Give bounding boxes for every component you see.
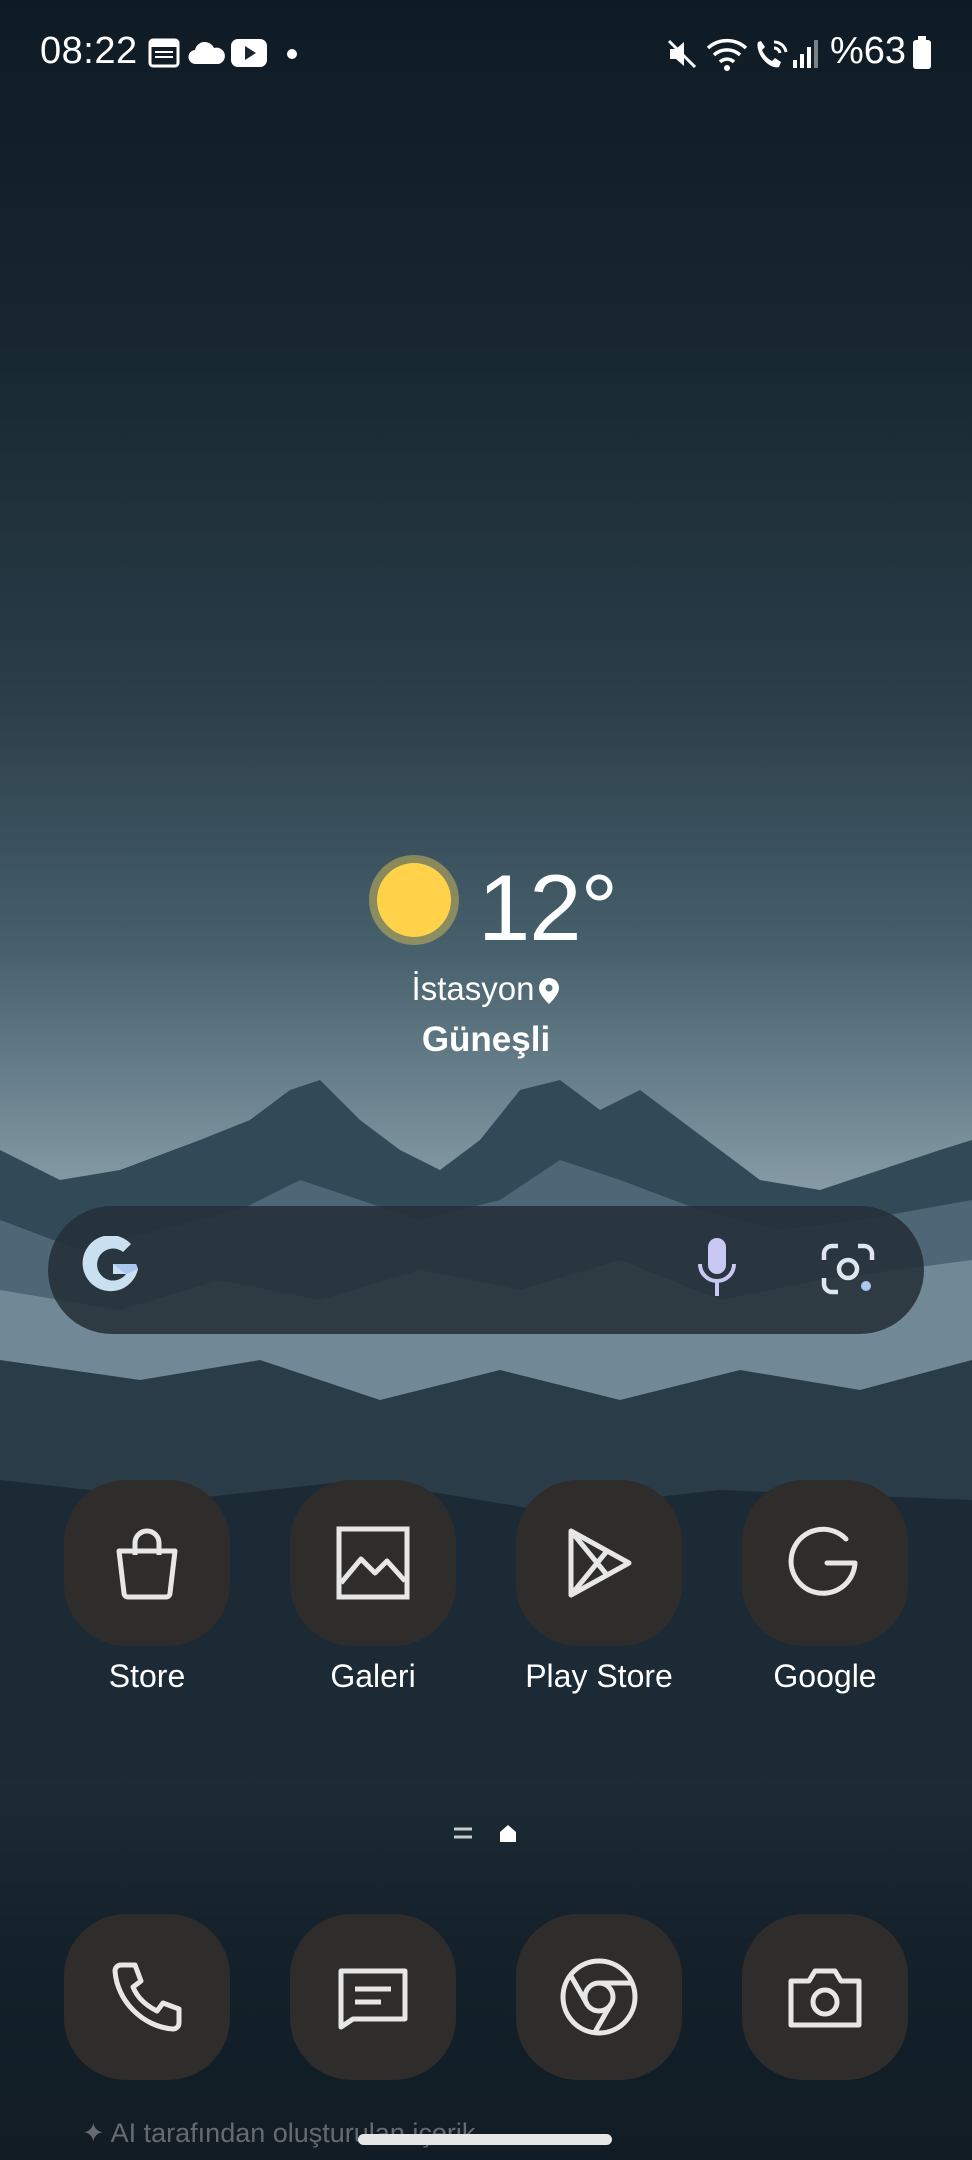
shopping-bag-icon — [116, 1528, 178, 1600]
messages-icon — [338, 1968, 408, 2030]
weather-location-label: İstasyon — [411, 970, 535, 1007]
google-lens-icon[interactable] — [820, 1242, 876, 1296]
dock-camera[interactable] — [742, 1914, 908, 2080]
dock-chrome-tile[interactable] — [516, 1914, 682, 2080]
google-icon — [82, 1236, 138, 1292]
weather-location: İstasyon — [0, 970, 972, 1008]
signal-icon — [793, 40, 818, 68]
status-bar: 08:22 %63 — [0, 0, 972, 112]
status-time: 08:22 — [40, 30, 138, 72]
app-play-store-tile[interactable] — [516, 1480, 682, 1646]
dock-messages-tile[interactable] — [290, 1914, 456, 2080]
dock-phone[interactable] — [64, 1914, 230, 2080]
app-store-tile[interactable] — [64, 1480, 230, 1646]
weather-temperature: 12° — [478, 855, 618, 960]
google-g-icon — [788, 1526, 858, 1596]
sun-icon — [377, 863, 451, 937]
dock-phone-tile[interactable] — [64, 1914, 230, 2080]
camera-icon — [788, 1968, 862, 2028]
dock-camera-tile[interactable] — [742, 1914, 908, 2080]
home-page-icon[interactable] — [500, 1825, 516, 1842]
app-google-tile[interactable] — [742, 1480, 908, 1646]
battery-icon — [913, 36, 931, 69]
app-google[interactable]: Google — [742, 1480, 908, 1695]
chrome-icon — [560, 1958, 638, 2036]
app-gallery[interactable]: Galeri — [290, 1480, 456, 1695]
weather-condition: Güneşli — [421, 1020, 551, 1059]
app-store-label: Store — [108, 1658, 186, 1694]
phone-icon — [112, 1962, 182, 2032]
page-indicator[interactable] — [452, 1822, 524, 1846]
google-search-bar[interactable] — [48, 1206, 924, 1334]
microphone-icon[interactable] — [696, 1236, 738, 1302]
dot-icon — [287, 49, 297, 59]
wifi-calling-icon — [757, 40, 788, 68]
play-store-icon — [568, 1528, 632, 1598]
dock-messages[interactable] — [290, 1914, 456, 2080]
list-page-icon[interactable] — [454, 1827, 472, 1839]
gallery-icon — [336, 1526, 410, 1600]
wifi-icon — [706, 38, 748, 71]
mute-icon — [667, 39, 697, 69]
dock-chrome[interactable] — [516, 1914, 682, 2080]
app-store[interactable]: Store — [64, 1480, 230, 1695]
app-play-store[interactable]: Play Store — [516, 1480, 682, 1695]
app-gallery-label: Galeri — [330, 1658, 416, 1694]
app-gallery-tile[interactable] — [290, 1480, 456, 1646]
calendar-icon — [148, 38, 180, 68]
cloud-icon — [188, 41, 225, 65]
app-play-store-label: Play Store — [525, 1658, 673, 1694]
youtube-icon — [231, 39, 267, 67]
sparkle-icon: ✦ — [82, 2118, 105, 2148]
gesture-home-bar[interactable] — [358, 2134, 612, 2145]
app-google-label: Google — [773, 1658, 877, 1694]
location-pin-icon — [539, 978, 560, 1005]
battery-percent: %63 — [829, 30, 906, 72]
